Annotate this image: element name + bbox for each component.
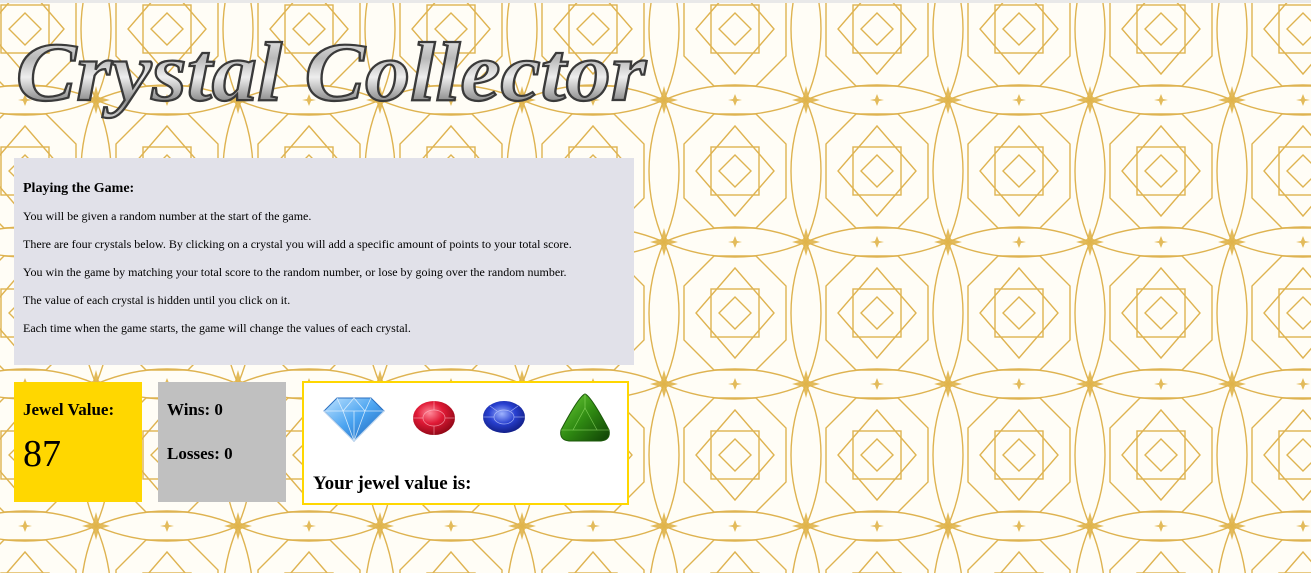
wins-counter: Wins: 0 [167,400,223,419]
diamond-icon [323,397,385,442]
score-panel: Wins: 0 Losses: 0 [158,382,286,502]
emerald-icon [560,393,610,442]
red-ruby-crystal-button[interactable] [412,399,456,437]
total-score-label: Your jewel value is: [313,473,472,494]
instructions-heading: Playing the Game: [23,181,135,196]
blue-sapphire-crystal-button[interactable] [482,399,526,435]
jewel-value-number: 87 [23,433,61,475]
app-title: Crystal Collector [14,22,674,122]
app-title-text: Crystal Collector [16,26,647,119]
crystal-panel: Your jewel value is: [302,381,629,505]
instruction-line: You will be given a random number at the… [23,209,312,223]
instructions-panel: Playing the Game: You will be given a ra… [14,158,634,365]
top-border [0,0,1311,3]
green-emerald-crystal-button[interactable] [557,392,613,444]
blue-diamond-crystal-button[interactable] [323,396,385,442]
jewel-value-label: Jewel Value: [23,400,115,419]
sapphire-icon [483,401,525,433]
instruction-line: There are four crystals below. By clicki… [23,237,572,251]
losses-counter: Losses: 0 [167,444,233,463]
jewel-value-panel: Jewel Value: 87 [14,382,142,502]
instruction-line: The value of each crystal is hidden unti… [23,293,291,307]
ruby-icon [413,401,455,435]
instruction-line: Each time when the game starts, the game… [23,321,411,335]
instruction-line: You win the game by matching your total … [23,265,567,279]
